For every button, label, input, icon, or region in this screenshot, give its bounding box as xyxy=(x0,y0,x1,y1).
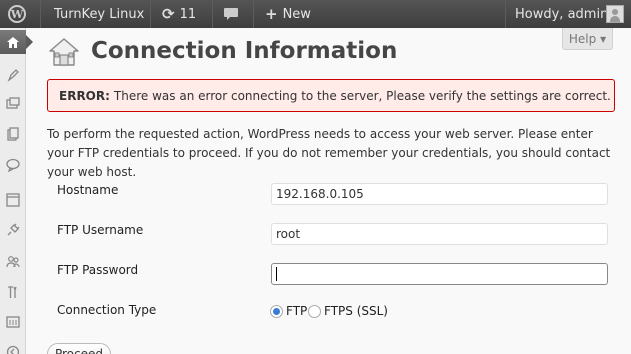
appearance-icon[interactable] xyxy=(0,188,26,212)
connection-type-label: Connection Type xyxy=(57,303,157,317)
error-message: There was an error connecting to the ser… xyxy=(113,88,611,103)
separator xyxy=(253,0,254,28)
chevron-down-icon: ▾ xyxy=(600,31,607,46)
site-name-link[interactable]: TurnKey Linux xyxy=(54,0,144,28)
admin-menu xyxy=(0,28,33,354)
proceed-button[interactable]: Proceed xyxy=(47,343,111,354)
dashboard-icon[interactable] xyxy=(0,30,33,54)
help-tab-button[interactable]: Help ▾ xyxy=(562,28,613,50)
avatar[interactable] xyxy=(606,5,624,23)
comments-link[interactable] xyxy=(223,0,239,28)
ftp-radio[interactable] xyxy=(270,305,283,318)
text-caret xyxy=(276,267,277,281)
new-label: New xyxy=(282,6,311,22)
tools-icon[interactable] xyxy=(0,280,26,304)
ftp-password-label: FTP Password xyxy=(57,263,139,277)
comment-bubble-icon xyxy=(224,8,238,20)
hostname-label: Hostname xyxy=(57,183,119,197)
hostname-input[interactable] xyxy=(271,183,608,205)
separator xyxy=(40,0,41,28)
comments-icon[interactable] xyxy=(0,153,26,177)
settings-icon[interactable] xyxy=(0,310,26,334)
ftps-ssl-radio-label[interactable]: FTPS (SSL) xyxy=(324,304,388,318)
page-title: Connection Information xyxy=(91,38,398,64)
ftp-radio-label[interactable]: FTP xyxy=(286,304,307,318)
help-label: Help xyxy=(568,31,597,46)
refresh-icon: ⟳ xyxy=(162,5,175,23)
plus-icon: + xyxy=(265,5,278,23)
ftp-username-input[interactable] xyxy=(271,223,608,245)
intro-text: To perform the requested action, WordPre… xyxy=(47,127,611,179)
ftps-ssl-radio[interactable] xyxy=(308,305,321,318)
media-icon[interactable] xyxy=(0,92,26,116)
wordpress-logo-icon[interactable]: W xyxy=(6,0,28,28)
updates-link[interactable]: ⟳ 11 xyxy=(162,0,196,28)
users-icon[interactable] xyxy=(0,250,26,274)
collapse-icon[interactable] xyxy=(0,340,26,354)
pages-icon[interactable] xyxy=(0,122,26,146)
separator xyxy=(505,0,506,28)
error-prefix: ERROR: xyxy=(59,88,110,103)
posts-icon[interactable] xyxy=(0,64,26,88)
error-notice: ERROR: There was an error connecting to … xyxy=(47,79,615,112)
updates-count: 11 xyxy=(179,6,197,22)
ftp-username-label: FTP Username xyxy=(57,223,144,237)
plugins-icon[interactable] xyxy=(0,218,26,242)
separator xyxy=(212,0,213,28)
account-menu[interactable]: Howdy, admin xyxy=(515,0,608,28)
separator xyxy=(150,0,151,28)
new-content-link[interactable]: + New xyxy=(265,0,311,28)
ftp-password-input[interactable] xyxy=(271,263,608,285)
home-page-icon xyxy=(47,36,81,68)
admin-bar: W TurnKey Linux ⟳ 11 + New Howdy, admin xyxy=(0,0,631,28)
